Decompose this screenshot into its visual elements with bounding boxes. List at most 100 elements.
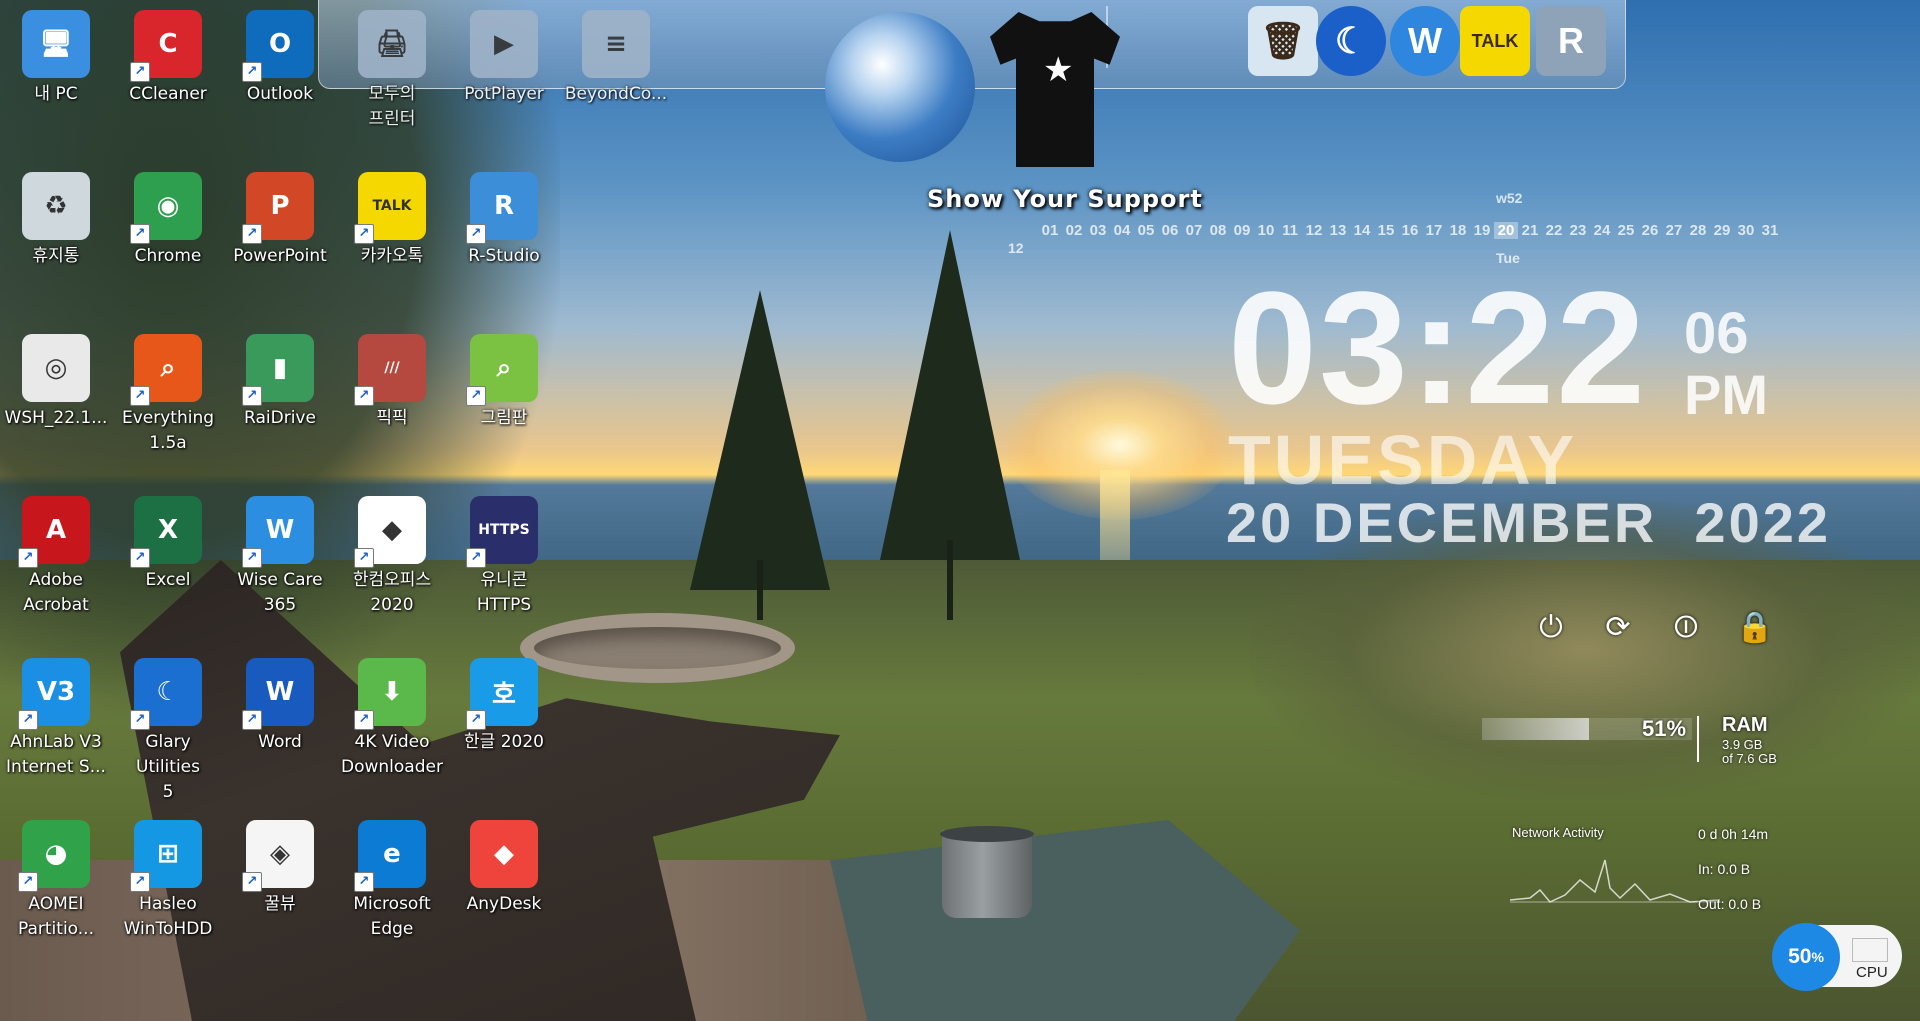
desktop-icon-edge[interactable]: e ↗ Microsoft Edge (338, 820, 446, 942)
desktop-icon-powerpoint[interactable]: P ↗ PowerPoint (226, 172, 334, 269)
sleep-icon[interactable]: ⏼ (1668, 610, 1704, 646)
chrome-icon: ◉ ↗ (130, 172, 202, 244)
desktop-icon-label: RaiDrive (244, 408, 316, 428)
desktop-icon-chrome[interactable]: ◉ ↗ Chrome (114, 172, 222, 269)
ram-total: of 7.6 GB (1722, 751, 1777, 766)
honeyview-icon: ◈ ↗ (242, 820, 314, 892)
excel-icon: X ↗ (130, 496, 202, 568)
calendar-day: 09 (1233, 222, 1251, 239)
desktop-icon-label: Outlook (246, 84, 314, 104)
globe-icon[interactable] (825, 12, 975, 162)
show-your-support-label[interactable]: Show Your Support (927, 185, 1203, 213)
desktop-icon-label: CCleaner (129, 84, 207, 104)
desktop-icon-label: 4K Video Downloader (341, 732, 443, 777)
desktop-icon-r-studio[interactable]: R ↗ R-Studio (450, 172, 558, 269)
desktop-icon-label: PotPlayer (464, 84, 544, 104)
beyondcompare-icon: ≡ (582, 10, 650, 78)
dock-glary-moon-icon[interactable]: ☾ (1316, 6, 1386, 76)
desktop-icon-raidrive[interactable]: ▮ ↗ RaiDrive (226, 334, 334, 431)
desktop-icon-label: 한글 2020 (464, 732, 544, 752)
desktop-icon-potplayer[interactable]: ▶ PotPlayer (450, 10, 558, 107)
desktop-icon-disc-image[interactable]: ◎ WSH_22.1... (2, 334, 110, 431)
desktop-icon-acrobat[interactable]: A ↗ Adobe Acrobat (2, 496, 110, 618)
calendar-day: 15 (1377, 222, 1395, 239)
calendar-day: 11 (1282, 222, 1298, 239)
shortcut-arrow-icon: ↗ (466, 548, 486, 568)
cpu-label: CPU (1856, 964, 1888, 981)
disc-image-icon: ◎ (22, 334, 90, 402)
desktop-icon-wise-care[interactable]: W ↗ Wise Care 365 (226, 496, 334, 618)
ram-used: 3.9 GB (1722, 737, 1763, 752)
desktop-icon-label: 유니콘 HTTPS (476, 570, 532, 615)
desktop-icon-excel[interactable]: X ↗ Excel (114, 496, 222, 593)
desktop-icon-honeyview[interactable]: ◈ ↗ 꿀뷰 (226, 820, 334, 917)
calendar-day: 08 (1209, 222, 1227, 239)
dock-kakaotalk-icon[interactable]: TALK (1460, 6, 1530, 76)
clock-seconds: 06 (1684, 301, 1749, 366)
power-icon[interactable]: ⏻ (1533, 610, 1569, 646)
ram-divider (1697, 716, 1699, 762)
clock-day: TUESDAY (1228, 421, 1578, 499)
coffee-mug-rim (940, 826, 1034, 842)
dock-wise-shield-icon[interactable]: W (1390, 6, 1460, 76)
desktop-icon-ahnlab-v3[interactable]: V3 ↗ AhnLab V3 Internet S... (2, 658, 110, 780)
restart-icon[interactable]: ⟳ (1600, 610, 1636, 646)
hancom-office-icon: ◆ ↗ (354, 496, 426, 568)
dock-recycle-bin-icon[interactable]: 🗑 (1248, 6, 1318, 76)
word-icon: W ↗ (242, 658, 314, 730)
shortcut-arrow-icon: ↗ (130, 62, 150, 82)
shortcut-arrow-icon: ↗ (242, 548, 262, 568)
desktop-icon-label: Glary Utilities 5 (136, 732, 200, 802)
desktop-icon-glary-utilities[interactable]: ☾ ↗ Glary Utilities 5 (114, 658, 222, 805)
anydesk-icon: ◆ (470, 820, 538, 888)
desktop-icon-hangul[interactable]: 호 ↗ 한글 2020 (450, 658, 558, 755)
shortcut-arrow-icon: ↗ (466, 224, 486, 244)
desktop-icon-recycle-bin[interactable]: ♻ 휴지통 (2, 172, 110, 269)
desktop-icon-4k-video-downloader[interactable]: ⬇ ↗ 4K Video Downloader (338, 658, 446, 780)
shortcut-arrow-icon: ↗ (18, 710, 38, 730)
desktop-icon-printer[interactable]: 🖨 모두의 프린터 (338, 10, 446, 132)
r-studio-icon: R ↗ (466, 172, 538, 244)
calendar-day: 12 (1305, 222, 1323, 239)
desktop-icon-picpick[interactable]: ///↗ 픽픽 (338, 334, 446, 431)
desktop-icon-outlook[interactable]: O ↗ Outlook (226, 10, 334, 107)
cpu-percent: 50 (1788, 945, 1812, 968)
shortcut-arrow-icon: ↗ (18, 872, 38, 892)
desktop-icon-label: 한컴오피스 2020 (352, 570, 432, 615)
desktop-icon-hasleo[interactable]: ⊞ ↗ Hasleo WinToHDD (114, 820, 222, 942)
lock-icon[interactable]: 🔒 (1736, 610, 1773, 646)
calendar-day: 10 (1257, 222, 1275, 239)
desktop-icon-aomei-partition[interactable]: ◕ ↗ AOMEI Partitio... (2, 820, 110, 942)
edge-icon: e ↗ (354, 820, 426, 892)
network-activity-title: Network Activity (1512, 825, 1604, 840)
shortcut-arrow-icon: ↗ (130, 710, 150, 730)
desktop-icon-anydesk[interactable]: ◆ AnyDesk (450, 820, 558, 917)
desktop-icon-paint[interactable]: ⌕ ↗ 그림판 (450, 334, 558, 431)
desktop-icon-hancom-office[interactable]: ◆ ↗ 한컴오피스 2020 (338, 496, 446, 618)
calendar-day: 14 (1353, 222, 1371, 239)
calendar-day: 27 (1665, 222, 1683, 239)
calendar-day: 26 (1641, 222, 1659, 239)
ahnlab-v3-icon: V3 ↗ (18, 658, 90, 730)
hasleo-icon: ⊞ ↗ (130, 820, 202, 892)
desktop-icon-label: Hasleo WinToHDD (123, 894, 213, 939)
desktop-icon-this-pc[interactable]: 🖥 내 PC (2, 10, 110, 107)
desktop-icon-label: Microsoft Edge (353, 894, 431, 939)
desktop-icon-beyondcompare[interactable]: ≡ BeyondCo... (562, 10, 670, 107)
desktop-icon-label: AOMEI Partitio... (18, 894, 94, 939)
potplayer-icon: ▶ (470, 10, 538, 78)
star-icon: ★ (1043, 51, 1074, 89)
desktop-icon-ccleaner[interactable]: C ↗ CCleaner (114, 10, 222, 107)
calendar-day: 03 (1089, 222, 1107, 239)
fire-pit (520, 613, 795, 683)
pine-trunk-left (757, 560, 763, 620)
desktop-icon-label: 픽픽 (376, 408, 408, 428)
network-out: Out: 0.0 B (1698, 896, 1762, 912)
shortcut-arrow-icon: ↗ (18, 548, 38, 568)
desktop-icon-unicorn-https[interactable]: HTTPS ↗ 유니콘 HTTPS (450, 496, 558, 618)
desktop-icon-everything[interactable]: ⌕ ↗ Everything 1.5a (114, 334, 222, 456)
desktop-icon-kakaotalk[interactable]: TALK ↗ 카카오톡 (338, 172, 446, 269)
desktop-icon-word[interactable]: W ↗ Word (226, 658, 334, 755)
dock-r-studio-icon[interactable]: R (1536, 6, 1606, 76)
clock-date: 20 DECEMBER 2022 (1226, 491, 1832, 554)
